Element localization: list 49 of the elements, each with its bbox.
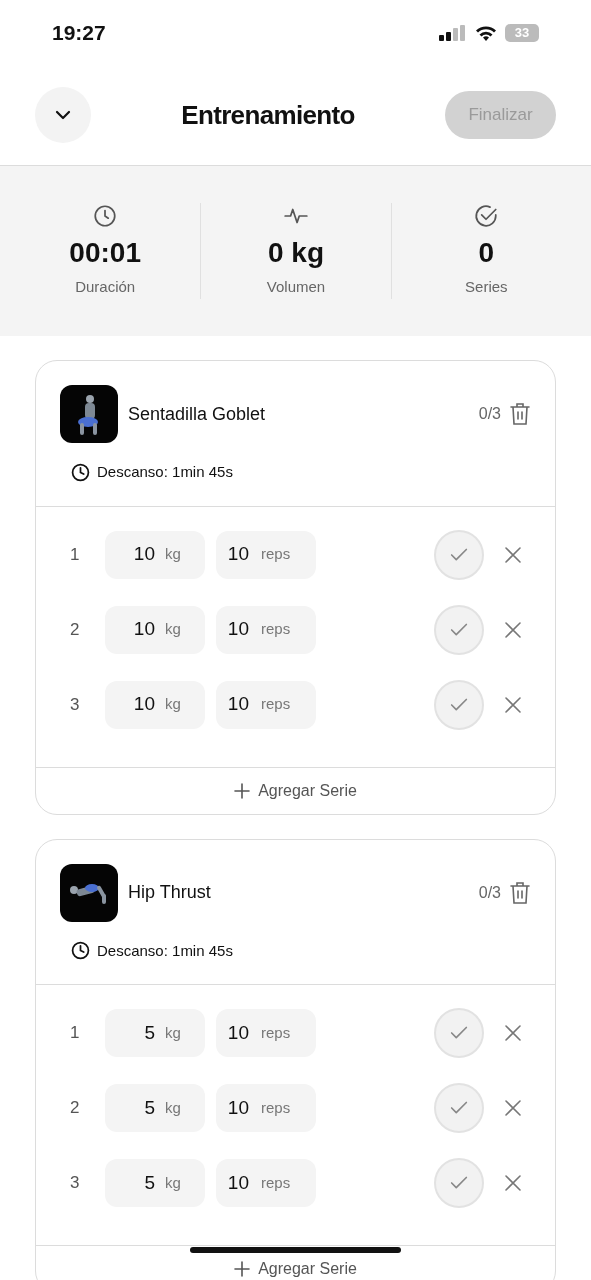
reps-field[interactable]: 10 reps (216, 680, 316, 729)
set-number: 1 (70, 1022, 81, 1045)
exercise-name: Sentadilla Goblet (128, 402, 267, 426)
plus-icon (234, 782, 251, 799)
stat-label: Series (465, 277, 508, 298)
weight-field[interactable]: 5 kg (105, 1009, 205, 1057)
reps-field[interactable]: 10 reps (216, 605, 316, 654)
reps-field[interactable]: 10 reps (216, 1009, 316, 1057)
set-number: 1 (70, 543, 81, 566)
close-icon[interactable] (504, 1099, 522, 1117)
clock-icon (71, 462, 90, 482)
set-number: 3 (70, 693, 81, 716)
stat-value: 0 kg (267, 236, 324, 271)
close-icon[interactable] (504, 620, 522, 639)
wifi-icon (475, 24, 497, 41)
close-icon[interactable] (504, 1174, 522, 1192)
status-time: 19:27 (52, 19, 107, 46)
weight-field[interactable]: 10 kg (105, 680, 205, 729)
set-number: 2 (70, 618, 81, 641)
trash-icon[interactable] (509, 402, 531, 426)
clock-icon (71, 941, 90, 961)
close-icon[interactable] (504, 695, 522, 714)
exercise-name: Hip Thrust (128, 881, 212, 904)
stat-label: Duración (75, 277, 136, 298)
check-circle-icon (473, 203, 500, 230)
signal-icon (439, 24, 467, 41)
reps-field[interactable]: 10 reps (216, 1084, 316, 1132)
battery-indicator: 33 (505, 23, 539, 42)
reps-field[interactable]: 10 reps (216, 1159, 316, 1207)
stat-value: 0 (478, 236, 495, 271)
plus-icon (234, 1261, 251, 1277)
close-icon[interactable] (504, 1024, 522, 1042)
stat-label: Volumen (266, 277, 326, 298)
clock-icon (92, 203, 119, 230)
set-number: 3 (70, 1172, 81, 1195)
add-set-button[interactable]: Agregar Serie (36, 767, 555, 814)
stat-value: 00:01 (69, 236, 141, 271)
weight-field[interactable]: 5 kg (105, 1159, 205, 1207)
rest-time: Descanso: 1min 45s (97, 940, 233, 961)
weight-field[interactable]: 10 kg (105, 605, 205, 654)
add-set-button[interactable]: Agregar Serie (36, 1246, 555, 1280)
set-number: 2 (70, 1097, 81, 1120)
weight-field[interactable]: 5 kg (105, 1084, 205, 1132)
rest-time: Descanso: 1min 45s (97, 462, 233, 482)
reps-field[interactable]: 10 reps (216, 530, 316, 579)
screen-title: Entrenamiento (180, 98, 356, 132)
close-icon[interactable] (504, 545, 522, 564)
weight-field[interactable]: 10 kg (105, 530, 205, 579)
trash-icon[interactable] (509, 880, 531, 905)
